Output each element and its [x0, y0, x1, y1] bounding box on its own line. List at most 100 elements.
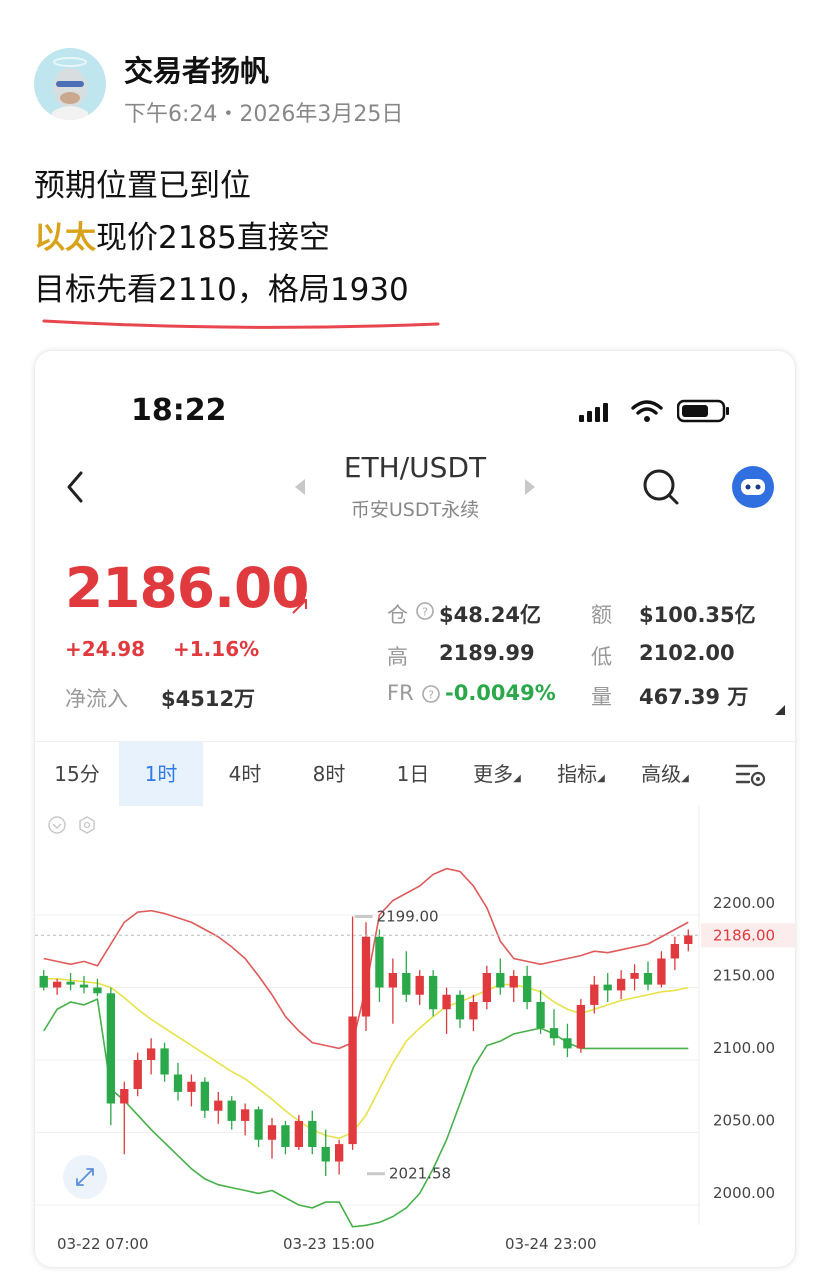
candle-body	[643, 973, 653, 985]
candle	[187, 1074, 196, 1107]
tab-8h[interactable]: 8时	[287, 742, 371, 806]
chart-settings-icon[interactable]	[735, 762, 767, 788]
candle	[120, 1081, 129, 1155]
expand-corner-icon[interactable]	[775, 705, 785, 715]
candle	[52, 978, 62, 995]
candle	[146, 1038, 156, 1075]
candle	[402, 951, 411, 1002]
current-price-label: 2186.00	[713, 926, 775, 944]
pair-title[interactable]: ETH/USDT	[295, 451, 535, 484]
y-axis: 2186.00 2200.00 2150.00 2100.00 2050.00 2000.…	[701, 894, 795, 1202]
tab-advanced[interactable]: 高级◢	[623, 742, 707, 806]
screenshot-card: 18:22 ETH/USDT 币安USDT永续 2186.00 +24.98 +…	[34, 350, 796, 1268]
candlestick-chart-area[interactable]: 2199.00 2021.58 2186.00 2200.00 2150.00 2100…	[35, 805, 796, 1268]
candle	[227, 1096, 236, 1130]
last-price: 2186.00	[65, 556, 310, 620]
candle-body	[590, 984, 599, 1005]
info-icon[interactable]: ?	[421, 684, 441, 704]
signal-icon	[579, 403, 608, 422]
candle-body	[66, 981, 75, 985]
candle-body	[522, 975, 532, 1002]
candle	[240, 1103, 250, 1136]
candle-body	[106, 993, 116, 1104]
stat-label-oi: 仓	[387, 603, 408, 627]
back-arrow-icon[interactable]	[63, 469, 87, 505]
search-icon[interactable]	[641, 467, 681, 507]
candle-body	[509, 975, 518, 988]
robot-assistant-icon[interactable]	[731, 465, 775, 509]
candle-body	[173, 1074, 183, 1092]
candle-body	[146, 1048, 156, 1060]
candlestick-chart[interactable]: 2199.00 2021.58 2186.00 2200.00 2150.00 2100…	[35, 805, 796, 1268]
stat-value-volume: 467.39 万	[639, 685, 749, 709]
tab-indicators-label: 指标	[557, 762, 598, 786]
candle-body	[281, 1125, 290, 1147]
candle	[93, 978, 102, 997]
candle-body	[254, 1109, 263, 1140]
candle	[415, 970, 424, 1005]
svg-text:?: ?	[428, 689, 434, 702]
candle	[428, 970, 438, 1017]
candle-body	[388, 973, 398, 988]
candle-body	[496, 973, 505, 988]
candle	[469, 994, 478, 1031]
tab-advanced-label: 高级	[641, 762, 682, 786]
tab-more[interactable]: 更多◢	[455, 742, 539, 806]
candle-body	[93, 987, 102, 994]
author-name[interactable]: 交易者扬帆	[124, 48, 269, 90]
tab-1d[interactable]: 1日	[371, 742, 455, 806]
change-absolute: +24.98	[65, 637, 146, 661]
post-timestamp: 下午6:24・2026年3月25日	[124, 102, 404, 127]
candle-body	[200, 1081, 210, 1111]
candle	[294, 1115, 304, 1150]
candle-body	[334, 1144, 344, 1162]
candle-body	[536, 1002, 545, 1029]
candle	[576, 999, 586, 1053]
info-icon[interactable]: ?	[415, 601, 435, 621]
exchange-subtitle: 币安USDT永续	[350, 499, 480, 521]
stat-value-turnover: $100.35亿	[639, 603, 756, 627]
next-pair-icon[interactable]	[523, 477, 537, 497]
annotation-label: 2021.58	[389, 1165, 451, 1183]
candle	[563, 1023, 572, 1058]
annotation-label: 2199.00	[377, 907, 439, 925]
netflow-value: $4512万	[161, 687, 256, 711]
candle-body	[321, 1147, 330, 1162]
candle	[388, 958, 398, 1024]
x-tick-label: 03-23 15:00	[283, 1235, 375, 1253]
candle-body	[52, 981, 62, 988]
tab-4h[interactable]: 4时	[203, 742, 287, 806]
candle-body	[160, 1048, 169, 1075]
bollinger-lower-line	[43, 997, 689, 1228]
candle	[334, 1139, 344, 1175]
avatar[interactable]	[34, 48, 106, 120]
candle	[603, 973, 612, 1002]
y-tick-label: 2050.00	[713, 1112, 775, 1130]
candle-body	[684, 935, 693, 944]
candle-body	[39, 975, 48, 988]
netflow-label: 净流入	[65, 687, 128, 711]
candle	[133, 1052, 142, 1097]
candle	[281, 1120, 290, 1155]
svg-text:?: ?	[422, 606, 428, 619]
candle-body	[630, 973, 639, 979]
candle	[214, 1091, 223, 1124]
wifi-icon	[631, 400, 663, 422]
post-line-2-rest: 现价2185直接空	[96, 220, 330, 256]
collapse-indicator-icon[interactable]	[48, 816, 66, 834]
candle	[522, 965, 532, 1010]
tab-indicators[interactable]: 指标◢	[539, 742, 623, 806]
change-percent: +1.16%	[173, 637, 260, 661]
stat-label-turnover: 额	[591, 603, 612, 627]
candle	[630, 964, 639, 991]
candle	[361, 922, 371, 1031]
tab-1h[interactable]: 1时	[119, 742, 203, 806]
fullscreen-button[interactable]	[63, 1155, 107, 1199]
candle	[670, 936, 680, 971]
candle-body	[214, 1100, 223, 1111]
candle	[549, 1009, 559, 1046]
indicator-settings-icon[interactable]	[79, 816, 95, 834]
tab-15m[interactable]: 15分	[35, 742, 119, 806]
candle	[348, 916, 357, 1150]
candle-body	[120, 1089, 129, 1104]
